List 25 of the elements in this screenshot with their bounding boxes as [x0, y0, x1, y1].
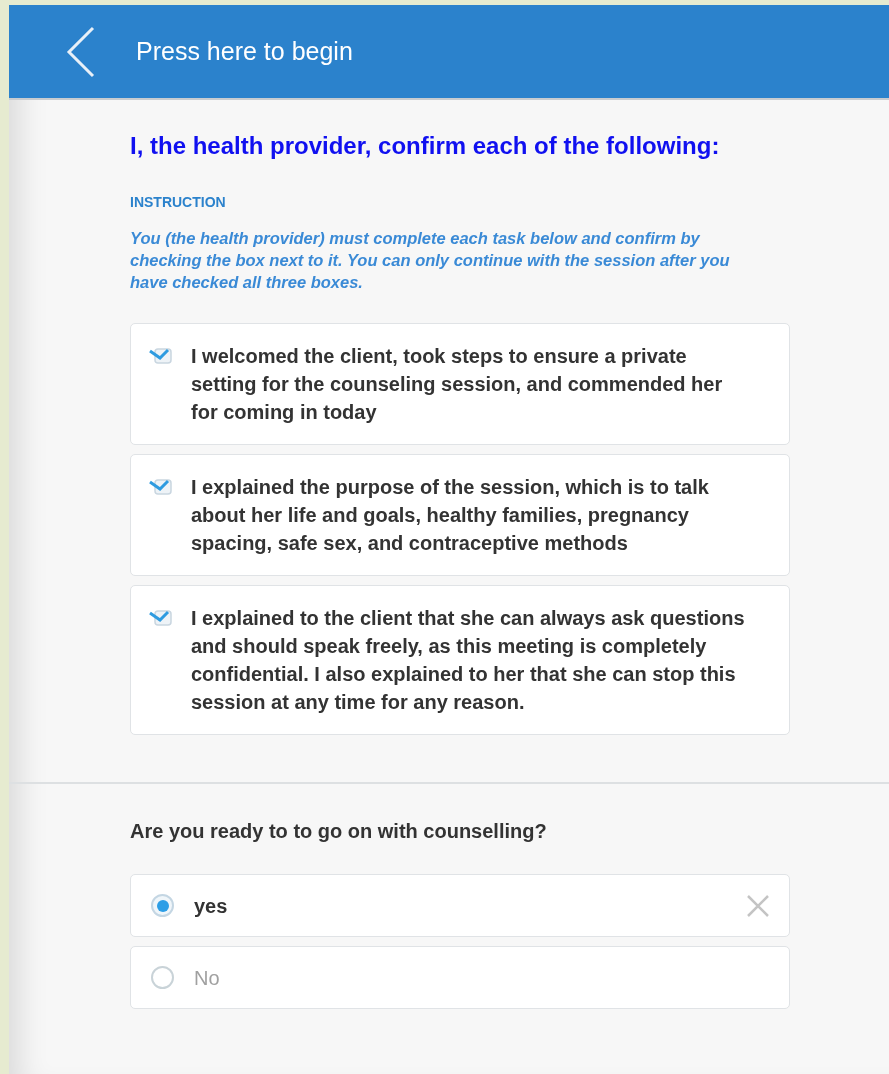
close-icon — [747, 894, 769, 917]
checkbox[interactable] — [149, 608, 173, 628]
radio-button[interactable] — [151, 894, 174, 917]
instruction-label: INSTRUCTION — [130, 193, 227, 212]
back-icon — [66, 25, 96, 78]
task-text: I welcomed the client, took steps to ensure a private setting for the counseling session, and commended her for coming in today — [191, 344, 724, 425]
task-text: I explained to the client that she can always ask questions and should speak freely, as this meeting is completely confidential. I also explained to her that she can stop this session at any time for any reason. — [191, 606, 746, 715]
checkbox[interactable] — [149, 477, 173, 497]
task-item[interactable] — [130, 585, 790, 735]
task-item[interactable]: I explained the purpose of the session, which is to talk about her life and goals, healthy families, pregnancy spacing, safe sex, and contraceptive methods — [130, 454, 790, 576]
radio-button[interactable] — [151, 966, 174, 989]
question-label: Are you ready to to go on with counselling? — [130, 819, 548, 844]
task-text: I explained the purpose of the session, which is to talk about her life and goals, healthy families, pregnancy spacing, safe sex, and contraceptive methods — [191, 475, 710, 556]
instruction-text: You (the health provider) must complete each task below and confirm by checking the box next to it. You can only continue with the session after you have checked all three boxes. — [130, 228, 730, 293]
section-heading: I, the health provider, confirm each of the following: — [130, 131, 721, 161]
clear-button[interactable] — [745, 892, 771, 919]
option-label: No — [194, 965, 220, 991]
checkbox[interactable] — [149, 346, 173, 366]
header-title[interactable]: Press here to begin — [136, 32, 353, 71]
task-item[interactable]: I welcomed the client, took steps to ensure a private setting for the counseling session, and commended her for coming in today — [130, 323, 790, 445]
radio-option[interactable]: yes — [130, 874, 790, 937]
checkbox-checked-icon — [149, 478, 173, 496]
option-label: yes — [194, 893, 228, 919]
checkbox-checked-icon — [149, 609, 173, 627]
checkbox-checked-icon — [149, 347, 173, 365]
